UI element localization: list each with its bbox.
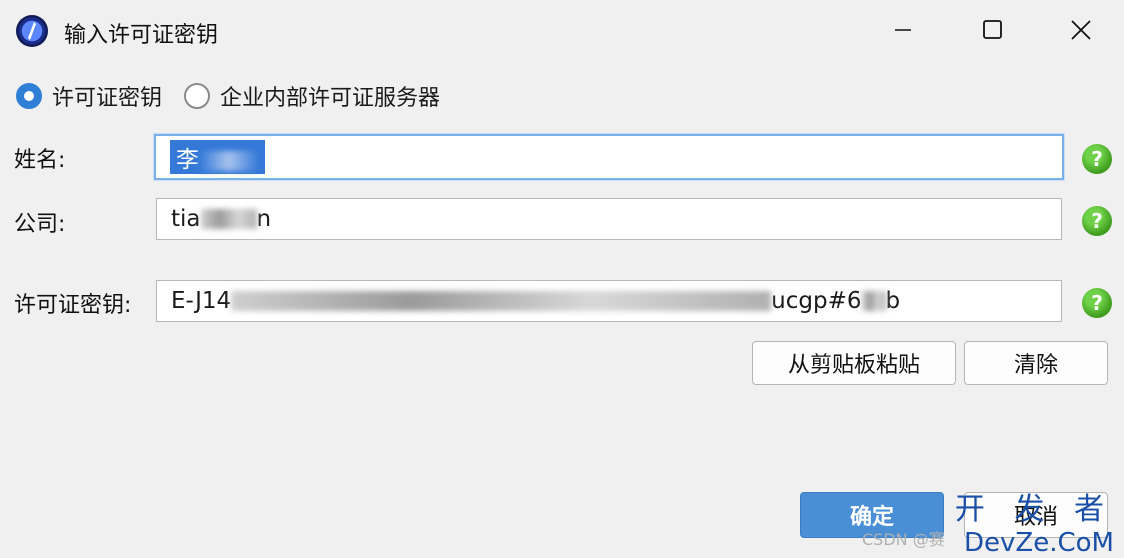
maximize-button[interactable] [970,10,1016,50]
name-value: 李 [170,140,265,174]
key-value-end: b [885,288,901,314]
license-key-help-icon[interactable]: ? [1082,288,1112,318]
name-field[interactable]: 李 [154,134,1064,180]
company-value-suffix: n [256,206,272,232]
company-value-prefix: tia [171,206,201,232]
devze-watermark: 开 发 者 DevZe.CoM [955,484,1114,558]
minimize-button[interactable] [880,10,926,50]
name-help-icon[interactable]: ? [1082,144,1112,174]
watermark-line1: 开 发 者 [954,492,1114,527]
key-value-redacted [231,291,772,311]
license-key-field[interactable]: E-J14 ucgp#6 b [156,280,1062,322]
company-field[interactable]: tia n [156,198,1062,240]
maximize-icon [983,20,1002,39]
radio-label: 企业内部许可证服务器 [220,86,441,111]
window-title: 输入许可证密钥 [64,23,219,48]
minimize-icon [895,29,911,31]
key-value-suffix: ucgp#6 [771,288,862,314]
clear-button[interactable]: 清除 [964,341,1108,385]
key-value-redacted-2 [861,291,886,311]
title-bar: 输入许可证密钥 [0,0,1124,62]
license-dialog: 输入许可证密钥 许可证密钥 企业内部许可证服务器 姓名: 李 ? 公司: tia… [0,0,1124,558]
radio-license-key[interactable]: 许可证密钥 [16,80,162,112]
watermark-line2: DevZe.CoM [964,528,1114,558]
company-value-redacted [200,209,257,229]
csdn-watermark: CSDN @赛 [862,530,945,549]
key-value-prefix: E-J14 [171,288,232,314]
license-key-label: 许可证密钥: [14,293,132,318]
paste-from-clipboard-button[interactable]: 从剪贴板粘贴 [752,341,956,385]
close-button[interactable] [1058,10,1104,50]
company-help-icon[interactable]: ? [1082,206,1112,236]
radio-unchecked-icon[interactable] [184,83,211,109]
radio-license-server[interactable]: 企业内部许可证服务器 [184,80,440,112]
radio-checked-icon[interactable] [16,83,42,109]
compass-icon [16,15,48,47]
radio-label: 许可证密钥 [52,86,163,111]
name-label: 姓名: [14,148,66,173]
close-icon [1071,20,1091,40]
company-label: 公司: [14,212,66,237]
license-mode-group: 许可证密钥 企业内部许可证服务器 [16,79,462,113]
